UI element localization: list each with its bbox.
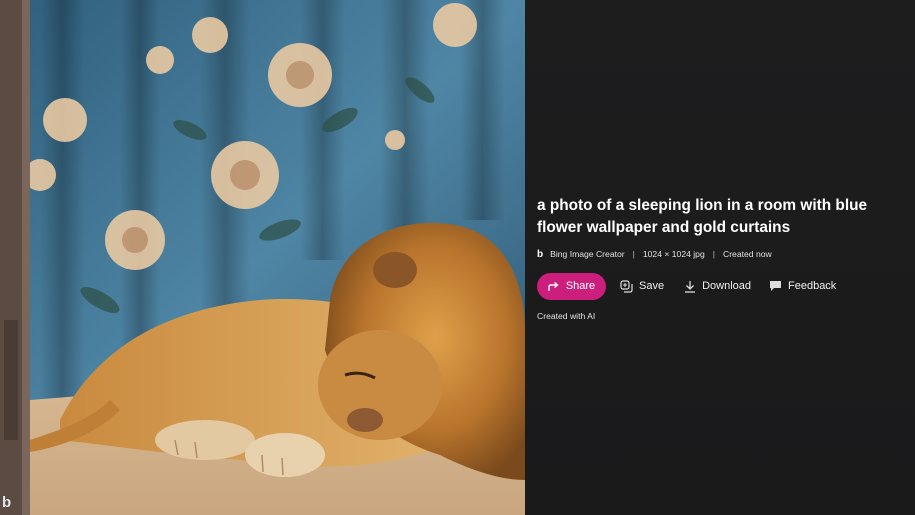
generated-image[interactable]: b [0,0,525,515]
download-label: Download [702,280,751,292]
share-button[interactable]: Share [537,272,606,300]
feedback-button[interactable]: Feedback [769,280,836,292]
download-icon [685,280,696,293]
image-details-panel: a photo of a sleeping lion in a room wit… [525,0,915,515]
meta-separator: | [632,249,635,259]
action-bar: Share Save Download Feedback [537,272,836,300]
feedback-label: Feedback [788,280,837,292]
lion-image-art [0,0,525,515]
meta-separator: | [712,249,715,259]
save-collection-icon [620,279,633,293]
feedback-icon [770,281,781,291]
created-with-ai-label: Created with AI [537,311,596,321]
share-label: Share [565,280,596,292]
download-button[interactable]: Download [684,280,751,293]
image-meta-row: b Bing Image Creator | 1024 × 1024 jpg |… [537,247,772,261]
bing-logo-icon: b [537,248,544,260]
created-label: Created now [722,249,772,259]
dimensions-label: 1024 × 1024 jpg [642,249,705,259]
image-prompt-title: a photo of a sleeping lion in a room wit… [537,197,868,236]
save-label: Save [639,280,665,292]
source-label: Bing Image Creator [550,249,625,259]
save-button[interactable]: Save [620,279,665,293]
bing-logo-icon: b [2,494,12,511]
share-icon [548,281,559,291]
